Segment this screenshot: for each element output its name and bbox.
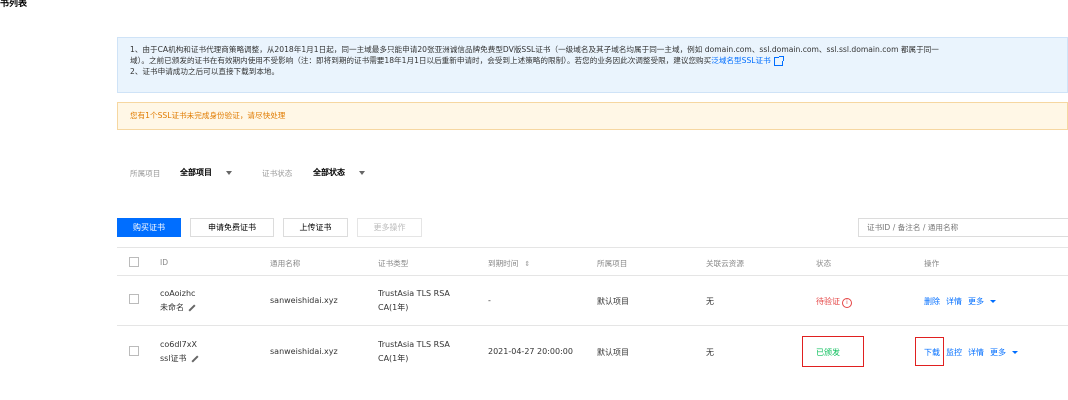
cert-resource: 无 [706, 297, 714, 306]
search-input[interactable] [858, 218, 1068, 237]
project-filter-label: 所属项目 [130, 169, 161, 178]
project-filter-select[interactable]: 全部项目 [180, 167, 232, 178]
cert-remark: 未命名 [160, 302, 196, 313]
buy-cert-button[interactable]: 购买证书 [117, 218, 181, 237]
row-checkbox[interactable] [129, 294, 139, 304]
cert-id-link[interactable]: coAoizhc [160, 289, 195, 298]
cert-type-line2: CA(1年) [378, 303, 409, 312]
chevron-down-icon [359, 170, 365, 175]
chevron-down-icon[interactable] [1012, 351, 1018, 354]
status-filter-select[interactable]: 全部状态 [313, 167, 365, 178]
verification-warning: 您有1个SSL证书未完成身份验证，请尽快处理 [117, 102, 1068, 130]
cert-expire: - [488, 296, 491, 305]
col-header-project: 所属项目 [597, 259, 628, 268]
cert-expire: 2021-04-27 20:00:00 [488, 347, 573, 356]
more-actions-button[interactable]: 更多操作 [357, 218, 422, 237]
upload-cert-button[interactable]: 上传证书 [283, 218, 348, 237]
chevron-down-icon[interactable] [990, 300, 996, 303]
notice-line-2-text: 域）。之前已颁发的证书在有效期内使用不受影响（注：即将到期的证书需要18年1月1… [130, 56, 712, 65]
status-badge: 待验证 i [816, 296, 852, 308]
cert-type-line2: CA(1年) [378, 354, 409, 363]
page-title: 书列表 [0, 0, 28, 9]
row-divider [117, 325, 1068, 326]
monitor-button[interactable]: 监控 [946, 347, 962, 358]
status-filter-label: 证书状态 [262, 169, 293, 178]
table-top-border [117, 247, 1068, 248]
col-header-id: ID [160, 258, 169, 267]
col-header-expire-label: 到期时间 [488, 259, 519, 268]
cert-resource: 无 [706, 348, 714, 357]
external-link-icon[interactable] [773, 55, 784, 66]
chevron-down-icon [226, 170, 232, 175]
status-badge: 已颁发 [816, 348, 840, 357]
project-filter-value: 全部项目 [180, 168, 212, 177]
more-button[interactable]: 更多 [968, 296, 984, 307]
details-button[interactable]: 详情 [946, 296, 962, 307]
cert-id-link[interactable]: co6dl7xX [160, 340, 197, 349]
cert-project: 默认项目 [597, 348, 629, 357]
col-header-common-name: 通用名称 [270, 259, 301, 268]
notice-line-2: 域）。之前已颁发的证书在有效期内使用不受影响（注：即将到期的证书需要18年1月1… [130, 55, 1055, 66]
wildcard-cert-link[interactable]: 泛域名型SSL证书 [711, 56, 770, 65]
cert-remark-text: ssl证书 [160, 354, 187, 363]
cert-type-line1: TrustAsia TLS RSA [378, 340, 450, 349]
row-checkbox[interactable] [129, 346, 139, 356]
col-header-status: 状态 [816, 259, 832, 268]
select-all-checkbox[interactable] [129, 257, 139, 267]
col-header-expire[interactable]: 到期时间 ⇕ [488, 258, 530, 269]
sort-icon[interactable]: ⇕ [524, 260, 530, 268]
row-ops: 下载 监控 详情 更多 [924, 347, 1018, 358]
info-icon[interactable]: i [842, 298, 852, 308]
cert-project: 默认项目 [597, 297, 629, 306]
col-header-ops: 操作 [924, 259, 940, 268]
more-button[interactable]: 更多 [990, 347, 1006, 358]
status-filter-value: 全部状态 [313, 168, 345, 177]
edit-pencil-icon[interactable] [191, 354, 199, 363]
notice-line-3: 2、证书申请成功之后可以直接下载到本地。 [130, 67, 280, 76]
cert-common-name: sanweishidai.xyz [270, 347, 338, 356]
row-ops: 删除 详情 更多 [924, 296, 996, 307]
delete-button[interactable]: 删除 [924, 296, 940, 307]
cert-type-line1: TrustAsia TLS RSA [378, 289, 450, 298]
details-button[interactable]: 详情 [968, 347, 984, 358]
col-header-cert-type: 证书类型 [378, 259, 409, 268]
apply-free-cert-button[interactable]: 申请免费证书 [190, 218, 274, 237]
cert-remark-text: 未命名 [160, 303, 184, 312]
download-button[interactable]: 下载 [924, 347, 940, 358]
cert-common-name: sanweishidai.xyz [270, 296, 338, 305]
edit-pencil-icon[interactable] [188, 303, 196, 312]
notice-line-1: 1、由于CA机构和证书代理商策略调整，从2018年1月1日起，同一主域最多只能申… [130, 45, 939, 54]
cert-remark: ssl证书 [160, 353, 199, 364]
status-text: 待验证 [816, 297, 840, 306]
policy-notice: 1、由于CA机构和证书代理商策略调整，从2018年1月1日起，同一主域最多只能申… [117, 37, 1068, 93]
col-header-resource: 关联云资源 [706, 259, 744, 268]
table-header-border [117, 275, 1068, 276]
